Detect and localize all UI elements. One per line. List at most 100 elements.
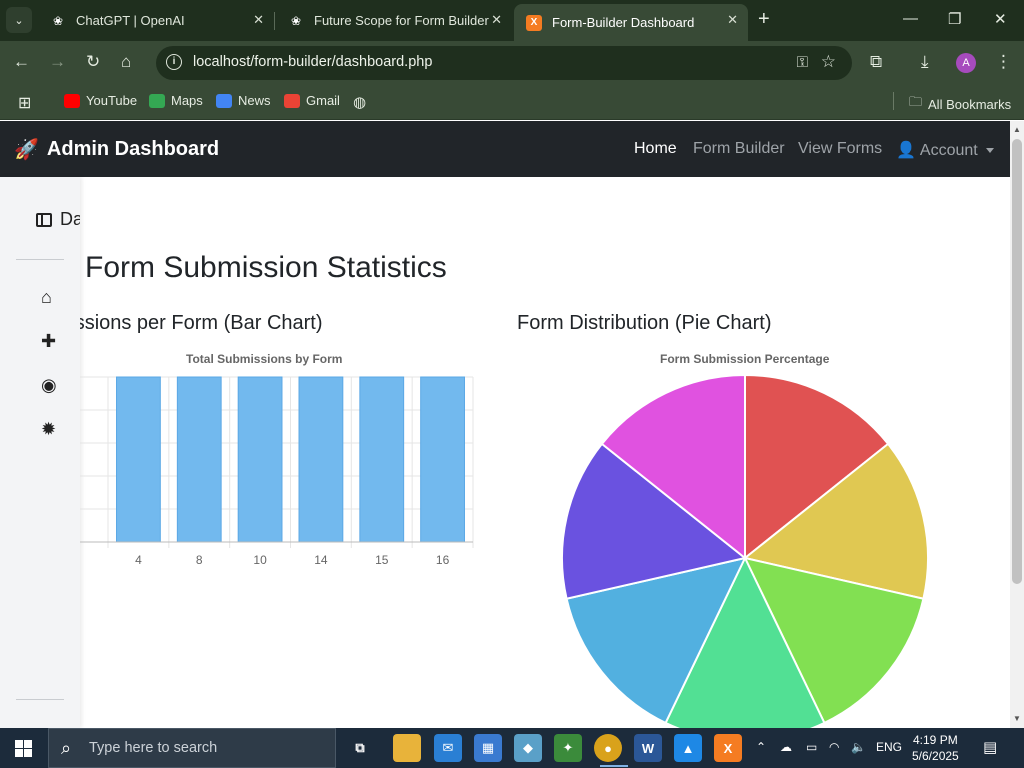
maps-icon: [149, 93, 165, 108]
sidebar-heading[interactable]: Da: [36, 209, 80, 230]
windows-start-icon[interactable]: [15, 740, 32, 757]
tab-future-scope[interactable]: ❀ Future Scope for Form Builder ✕: [276, 4, 512, 37]
bar-4: [116, 376, 161, 543]
tab-search-chevron-icon[interactable]: ⌄: [6, 7, 32, 33]
store-icon[interactable]: ▦: [474, 734, 502, 762]
device-icon[interactable]: ▭: [806, 740, 817, 754]
x-tick-label: 16: [436, 553, 450, 567]
task-view-icon[interactable]: ⧉: [346, 734, 374, 762]
divider: [16, 259, 64, 260]
window-close-icon[interactable]: ✕: [994, 10, 1007, 28]
bookmark-maps[interactable]: Maps: [149, 93, 203, 108]
taskbar-search[interactable]: ⌕ Type here to search: [48, 728, 336, 768]
nav-form-builder[interactable]: Form Builder: [693, 140, 785, 158]
minimize-icon[interactable]: —: [903, 10, 918, 27]
volume-icon[interactable]: 🔈: [851, 740, 866, 754]
tab-title: Form-Builder Dashboard: [552, 15, 695, 30]
photos-icon[interactable]: ▲: [674, 734, 702, 762]
folder-icon: 🗀: [909, 94, 923, 109]
file-explorer-icon[interactable]: [393, 734, 421, 762]
clock[interactable]: 4:19 PM 5/6/2025: [912, 732, 959, 764]
bar-chart: 4 8 10 14 15 16: [80, 376, 474, 567]
divider: [16, 699, 64, 700]
extensions-puzzle-icon[interactable]: ⧉: [870, 52, 882, 72]
scroll-up-icon[interactable]: ▲: [1013, 125, 1021, 134]
xampp-icon: X: [526, 14, 542, 31]
new-tab-plus-icon[interactable]: +: [758, 9, 770, 29]
brand[interactable]: 🚀 Admin Dashboard: [14, 137, 219, 162]
xampp-icon[interactable]: X: [714, 734, 742, 762]
browser-menu-icon[interactable]: ⋮: [995, 52, 1012, 72]
nav-view-forms[interactable]: View Forms: [798, 140, 882, 158]
tab-form-builder-dashboard[interactable]: X Form-Builder Dashboard ✕: [514, 4, 748, 41]
bookmark-label: YouTube: [86, 93, 138, 108]
close-icon[interactable]: ✕: [727, 12, 738, 28]
notification-icon[interactable]: ▤: [983, 738, 997, 756]
all-bookmarks-label: All Bookmarks: [928, 96, 1012, 112]
chevron-up-icon[interactable]: ⌃: [756, 740, 766, 754]
url-text[interactable]: localhost/form-builder/dashboard.php: [193, 54, 432, 70]
x-tick-label: 14: [314, 553, 328, 567]
cloud-icon[interactable]: ☁: [780, 740, 792, 754]
site-info-icon[interactable]: i: [166, 54, 182, 70]
network-icon[interactable]: ◠: [829, 740, 839, 754]
puzzle-icon[interactable]: ✚: [41, 331, 56, 352]
home-icon[interactable]: ⌂: [121, 53, 131, 71]
chrome-icon[interactable]: ●: [594, 734, 628, 767]
close-icon[interactable]: ✕: [253, 12, 264, 28]
page-title: Form Submission Statistics: [85, 251, 447, 284]
scroll-down-icon[interactable]: ▼: [1013, 714, 1021, 723]
app-icon[interactable]: ◆: [514, 734, 542, 762]
password-key-icon[interactable]: ⚿: [797, 54, 808, 71]
restore-icon[interactable]: ❐: [948, 10, 961, 28]
download-icon[interactable]: ⤓: [921, 52, 929, 72]
caret-down-icon: [985, 148, 994, 154]
bar-section-title: Submissions per Form (Bar Chart): [80, 312, 323, 334]
bar-8: [176, 376, 222, 543]
bar-16: [420, 376, 465, 543]
app-green-icon[interactable]: ✦: [554, 734, 582, 762]
bar-chart-title: Total Submissions by Form: [186, 352, 343, 366]
tab-title: ChatGPT | OpenAI: [76, 13, 185, 28]
bookmark-label: Gmail: [306, 93, 340, 108]
browser-tab-bar: ⌄ ❀ ChatGPT | OpenAI ✕ ❀ Future Scope fo…: [0, 0, 1024, 41]
columns-icon: [36, 212, 52, 227]
apps-grid-icon[interactable]: ⊞: [18, 93, 31, 113]
windows-taskbar: ⌕ Type here to search ⧉ ✉ ▦ ◆ ✦ ● W ▲ X …: [0, 728, 1024, 768]
nav-account[interactable]: 👤 Account: [896, 140, 994, 160]
word-icon[interactable]: W: [634, 734, 662, 762]
x-tick-label: 8: [196, 553, 203, 567]
top-navbar: 🚀 Admin Dashboard Home Form Builder View…: [0, 121, 1010, 177]
bar-15: [359, 376, 405, 543]
user-icon: 👤: [896, 142, 916, 159]
language-indicator[interactable]: ENG: [876, 740, 902, 754]
mail-icon[interactable]: ✉: [434, 734, 462, 762]
eye-icon[interactable]: ◉: [41, 375, 57, 396]
home-icon[interactable]: ⌂: [41, 287, 52, 308]
sidebar: Da ⌂ ✚ ◉ ✹: [0, 177, 80, 728]
profile-avatar[interactable]: A: [956, 53, 976, 73]
close-icon[interactable]: ✕: [491, 12, 502, 28]
bookmark-star-icon[interactable]: ☆: [821, 52, 836, 72]
bookmark-news[interactable]: News: [216, 93, 271, 108]
bookmark-gmail[interactable]: Gmail: [284, 93, 340, 108]
address-bar[interactable]: i localhost/form-builder/dashboard.php ⚿…: [156, 46, 852, 80]
bookmark-youtube[interactable]: YouTube: [64, 93, 137, 108]
back-arrow-icon[interactable]: ←: [13, 53, 30, 71]
forward-arrow-icon[interactable]: →: [49, 53, 66, 71]
all-bookmarks[interactable]: 🗀 All Bookmarks: [909, 93, 1011, 115]
globe-icon[interactable]: ◍: [353, 93, 366, 111]
bookmarks-bar: ⊞ YouTube Maps News Gmail ◍ 🗀 All Bookma…: [0, 84, 1024, 120]
page-scrollbar[interactable]: ▲ ▼: [1010, 121, 1024, 728]
scroll-thumb[interactable]: [1012, 139, 1022, 584]
pie-section-title: Form Distribution (Pie Chart): [517, 312, 772, 334]
nav-home[interactable]: Home: [634, 140, 677, 158]
reload-icon[interactable]: ↻: [86, 53, 100, 71]
gear-icon[interactable]: ✹: [41, 419, 56, 440]
openai-icon: ❀: [290, 13, 302, 28]
news-icon: [216, 93, 232, 108]
page-viewport: 🚀 Admin Dashboard Home Form Builder View…: [0, 121, 1010, 728]
clock-time: 4:19 PM: [913, 733, 958, 747]
x-tick-label: 15: [375, 553, 389, 567]
tab-chatgpt[interactable]: ❀ ChatGPT | OpenAI ✕: [38, 4, 274, 37]
